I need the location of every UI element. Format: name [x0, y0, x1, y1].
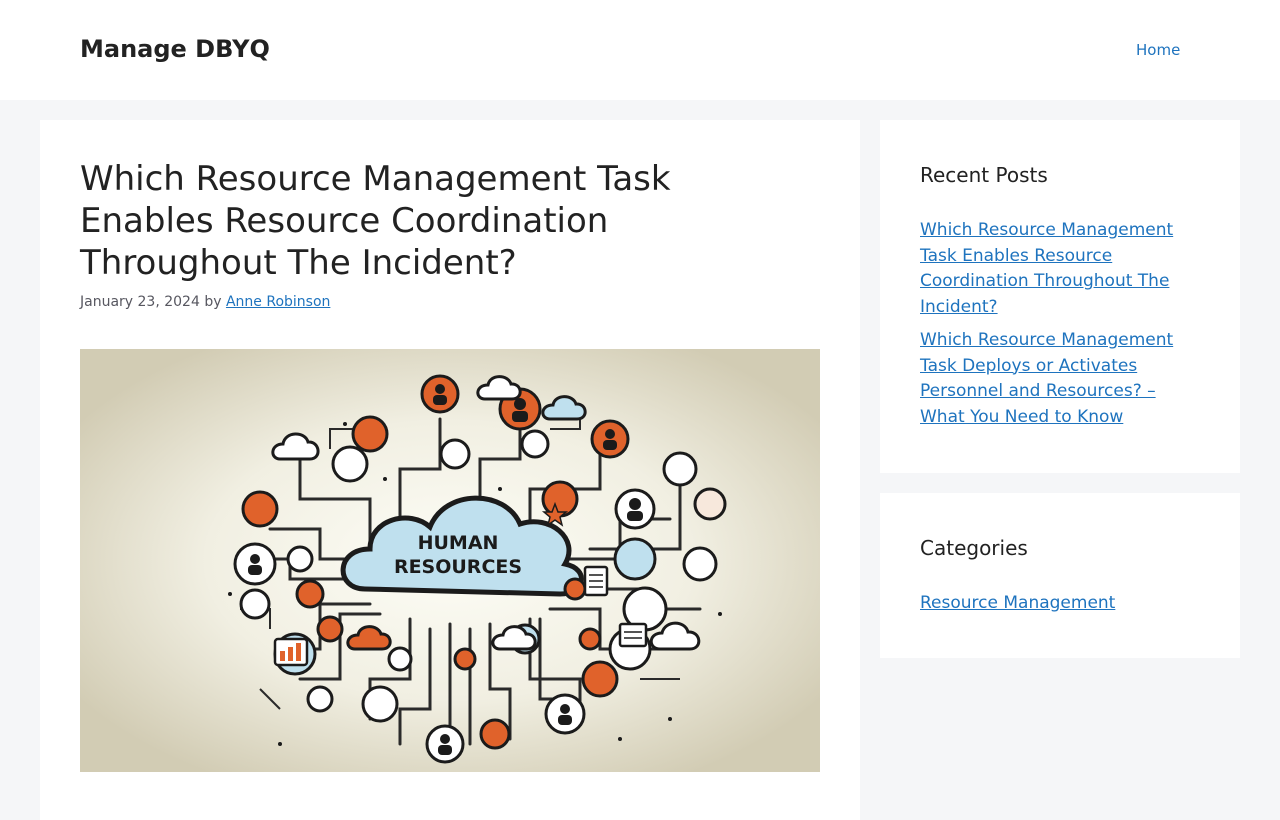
category-link[interactable]: Resource Management: [920, 591, 1200, 617]
site-header: Manage DBYQ Home: [0, 0, 1280, 100]
recent-post-link[interactable]: Which Resource Management Task Enables R…: [920, 218, 1200, 320]
image-label-line2: RESOURCES: [394, 556, 522, 578]
post-by-label: by: [204, 294, 222, 310]
recent-post-link[interactable]: Which Resource Management Task Deploys o…: [920, 328, 1200, 430]
list-item: Which Resource Management Task Enables R…: [920, 218, 1200, 320]
categories-title: Categories: [920, 536, 1028, 560]
recent-posts-widget: Recent Posts Which Resource Management T…: [880, 120, 1240, 473]
featured-image: HUMAN RESOURCES: [80, 349, 820, 772]
site-title[interactable]: Manage DBYQ: [80, 34, 270, 64]
post-meta: January 23, 2024 by Anne Robinson: [80, 292, 330, 312]
post-title: Which Resource Management Task Enables R…: [80, 159, 671, 283]
human-resources-illustration: HUMAN RESOURCES: [80, 349, 820, 772]
post-content: Which Resource Management Task Enables R…: [40, 120, 860, 820]
post-date: January 23, 2024: [80, 294, 200, 310]
recent-posts-title: Recent Posts: [920, 163, 1048, 187]
categories-list: Resource Management: [920, 591, 1200, 625]
post-author-link[interactable]: Anne Robinson: [226, 294, 330, 310]
image-label-line1: HUMAN: [418, 532, 499, 554]
list-item: Resource Management: [920, 591, 1200, 617]
nav-home-link[interactable]: Home: [1136, 40, 1180, 60]
categories-widget: Categories Resource Management: [880, 493, 1240, 658]
list-item: Which Resource Management Task Deploys o…: [920, 328, 1200, 430]
recent-posts-list: Which Resource Management Task Enables R…: [920, 218, 1200, 438]
